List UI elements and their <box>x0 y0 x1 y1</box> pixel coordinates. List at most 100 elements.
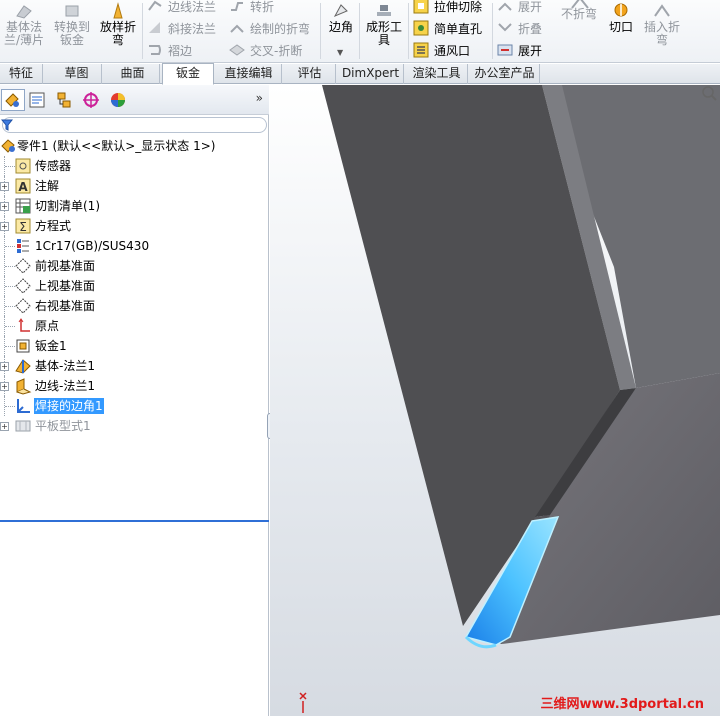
expand-toggle[interactable]: + <box>0 182 9 191</box>
sheet-metal-icon <box>16 339 30 353</box>
command-tabs: 特征 草图 曲面 钣金 直接编辑 评估 DimXpert 渲染工具 办公室产品 <box>0 63 720 85</box>
tree-item-flat-pattern[interactable]: + 平板型式1 <box>0 416 269 436</box>
extruded-cut-button[interactable]: 拉伸切除 <box>413 0 482 16</box>
forming-tool-label: 成形工 具 <box>365 20 402 47</box>
tree-item-label: 上视基准面 <box>35 279 96 293</box>
unfold-button[interactable]: 展开 <box>497 0 542 16</box>
tree-item-sheet-metal[interactable]: 钣金1 <box>0 336 269 356</box>
tree-item-top-plane[interactable]: 上视基准面 <box>0 276 269 296</box>
dimxpert-manager-tab[interactable] <box>79 89 103 111</box>
rollback-bar[interactable] <box>0 520 269 522</box>
convert-to-sheetmetal-button[interactable]: 转换到 钣金 <box>51 2 93 47</box>
base-flange-feature-icon <box>15 359 31 374</box>
material-icon <box>17 239 29 253</box>
configuration-manager-tab[interactable] <box>52 89 76 111</box>
forming-tool-icon <box>377 5 391 16</box>
simple-hole-label: 简单直孔 <box>434 21 483 36</box>
tab-office-products[interactable]: 办公室产品 <box>470 64 540 84</box>
corners-button[interactable]: 边角 <box>325 2 357 34</box>
tab-render-tools[interactable]: 渲染工具 <box>406 64 468 84</box>
flatten-button[interactable]: 展开 <box>497 40 542 60</box>
tree-item-label: 平板型式1 <box>35 419 91 433</box>
insert-bends-label: 插入折 弯 <box>643 20 680 47</box>
feature-tree-filter-input[interactable] <box>2 117 267 133</box>
tree-item-label: 注解 <box>35 179 60 193</box>
feature-manager-tab[interactable] <box>1 89 25 111</box>
tree-item-welded-corner[interactable]: 焊接的边角1 <box>0 396 269 416</box>
fold-button[interactable]: 折叠 <box>497 18 542 38</box>
tab-direct-editing[interactable]: 直接编辑 <box>216 64 282 84</box>
expand-toggle[interactable]: + <box>0 202 9 211</box>
insert-bends-button[interactable]: 插入折 弯 <box>640 2 684 47</box>
tree-item-equations[interactable]: + Σ 方程式 <box>0 216 269 236</box>
tree-item-origin[interactable]: 原点 <box>0 316 269 336</box>
plane-icon <box>15 278 31 294</box>
expand-toggle[interactable]: + <box>0 422 9 431</box>
expand-toggle[interactable]: + <box>0 362 9 371</box>
tab-dimxpert[interactable]: DimXpert <box>338 64 404 84</box>
plane-icon <box>15 298 31 314</box>
tree-item-right-plane[interactable]: 右视基准面 <box>0 296 269 316</box>
no-bends-icon <box>571 0 589 9</box>
lofted-bend-button[interactable]: 放样折 弯 <box>97 2 139 47</box>
sheet-metal-model[interactable] <box>270 85 720 716</box>
tree-item-front-plane[interactable]: 前视基准面 <box>0 256 269 276</box>
annotations-icon: A <box>15 178 31 194</box>
edge-flange-feature-icon <box>16 378 32 395</box>
sketched-bend-button[interactable]: 绘制的折弯 <box>229 18 310 38</box>
corners-dropdown-arrow[interactable]: ▼ <box>337 48 343 57</box>
property-manager-tab[interactable] <box>25 89 49 111</box>
vent-button[interactable]: 通风口 <box>413 40 470 60</box>
tab-surfaces[interactable]: 曲面 <box>106 64 160 84</box>
tree-item-edge-flange[interactable]: + 边线-法兰1 <box>0 376 269 396</box>
view-orientation-icon[interactable] <box>701 85 717 101</box>
tree-item-material[interactable]: 1Cr17(GB)/SUS430 <box>0 236 269 256</box>
edge-flange-label: 边线法兰 <box>168 0 217 14</box>
tree-item-label: 方程式 <box>35 219 72 233</box>
tree-item-label: 右视基准面 <box>35 299 96 313</box>
tree-item-label: 基体-法兰1 <box>35 359 95 373</box>
dimxpert-manager-icon <box>83 92 99 108</box>
svg-text:Σ: Σ <box>19 220 27 234</box>
base-flange-button[interactable]: 基体法 兰/薄片 <box>3 2 45 47</box>
display-manager-icon <box>111 93 125 107</box>
jog-button[interactable]: 转折 <box>229 0 274 16</box>
forming-tool-button[interactable]: 成形工 具 <box>363 2 405 47</box>
welded-corner-icon <box>17 399 30 413</box>
ribbon-separator <box>408 3 409 59</box>
equations-icon: Σ <box>15 218 31 234</box>
property-manager-icon <box>29 92 45 108</box>
tree-item-label: 传感器 <box>35 159 72 173</box>
expand-toggle[interactable]: + <box>0 222 9 231</box>
tree-item-sensors[interactable]: 传感器 <box>0 156 269 176</box>
miter-flange-button[interactable]: 斜接法兰 <box>147 18 216 38</box>
cross-break-button[interactable]: 交叉-折断 <box>229 40 302 60</box>
tree-root-label: 零件1 (默认<<默认>_显示状态 1>) <box>17 139 216 153</box>
graphics-viewport[interactable]: 三维网www.3dportal.cn <box>270 85 720 716</box>
edge-flange-button[interactable]: 边线法兰 <box>147 0 216 16</box>
panel-tab-bar: » <box>0 85 269 115</box>
tree-root-part[interactable]: 零件1 (默认<<默认>_显示状态 1>) <box>0 136 269 156</box>
simple-hole-button[interactable]: 简单直孔 <box>413 18 482 38</box>
feature-manager-icon <box>5 93 19 107</box>
sketched-bend-icon <box>230 24 244 33</box>
tab-sheet-metal[interactable]: 钣金 <box>162 63 214 85</box>
tab-evaluate[interactable]: 评估 <box>284 64 336 84</box>
tab-features[interactable]: 特征 <box>0 64 43 84</box>
hem-button[interactable]: 褶边 <box>147 40 192 60</box>
display-manager-tab[interactable] <box>106 89 130 111</box>
rip-icon <box>614 3 628 17</box>
expand-toggle[interactable]: + <box>0 382 9 391</box>
tree-item-annotations[interactable]: + A 注解 <box>0 176 269 196</box>
tree-item-cut-list[interactable]: + 切割清单(1) <box>0 196 269 216</box>
tab-sketch[interactable]: 草图 <box>52 64 102 84</box>
panel-more-chevron[interactable]: » <box>256 91 263 105</box>
tree-item-label: 钣金1 <box>35 339 67 353</box>
base-flange-icon <box>16 5 32 19</box>
miter-flange-label: 斜接法兰 <box>168 21 217 36</box>
rip-button[interactable]: 切口 <box>604 2 638 34</box>
convert-to-sheetmetal-label: 转换到 钣金 <box>53 20 90 47</box>
tree-item-base-flange[interactable]: + 基体-法兰1 <box>0 356 269 376</box>
ribbon-separator <box>320 3 321 59</box>
plane-icon <box>15 258 31 274</box>
